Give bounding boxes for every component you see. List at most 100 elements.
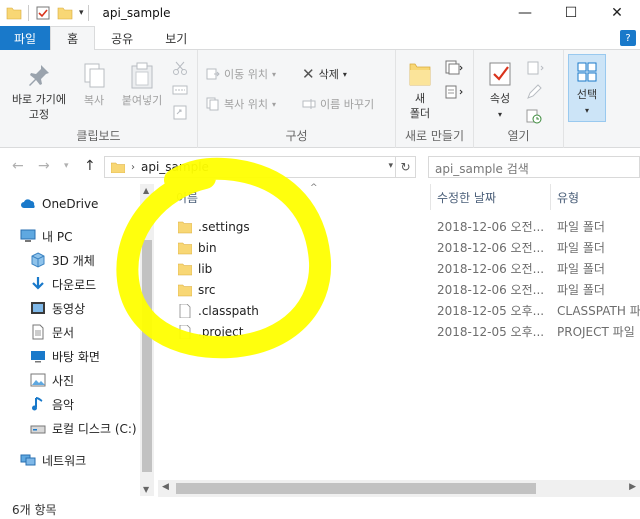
move-label: 이동 위치 bbox=[224, 68, 268, 81]
pin-quick-access-button[interactable]: 바로 가기에 고정 bbox=[4, 62, 74, 122]
scroll-left-icon[interactable]: ◀ bbox=[162, 482, 169, 492]
open-icon[interactable] bbox=[526, 60, 548, 76]
file-type: 파일 폴더 bbox=[557, 262, 605, 276]
nav-item-this-pc[interactable]: 내 PC bbox=[20, 225, 72, 247]
paste-shortcut-icon[interactable] bbox=[172, 104, 188, 120]
paste-button[interactable]: 붙여넣기 bbox=[114, 62, 170, 108]
refresh-icon[interactable]: ↻ bbox=[395, 157, 415, 177]
tab-file[interactable]: 파일 bbox=[0, 26, 51, 50]
new-folder-label-1: 새 bbox=[414, 92, 426, 105]
help-icon[interactable]: ? bbox=[620, 30, 636, 46]
column-header-date[interactable]: 수정한 날짜 bbox=[431, 184, 549, 210]
chevron-right-icon[interactable]: › bbox=[131, 162, 135, 173]
column-header-name[interactable]: 이름 ^ bbox=[170, 183, 432, 210]
file-type: 파일 폴더 bbox=[557, 283, 605, 297]
ribbon-tabs: 파일 홈 공유 보기 ? bbox=[0, 26, 640, 51]
new-folder-button[interactable]: 새 폴더 bbox=[400, 60, 440, 121]
properties-button[interactable]: 속성 ▾ bbox=[480, 60, 520, 122]
folder-icon bbox=[178, 263, 192, 275]
music-icon bbox=[30, 396, 46, 412]
tab-view[interactable]: 보기 bbox=[149, 26, 203, 50]
forward-button[interactable]: → bbox=[38, 158, 50, 174]
file-name: .classpath bbox=[178, 303, 259, 318]
open-group: 속성 ▾ 열기 bbox=[474, 50, 564, 148]
file-icon bbox=[179, 303, 191, 318]
tab-home[interactable]: 홈 bbox=[50, 26, 96, 51]
copy-to-icon bbox=[206, 97, 219, 111]
folder-icon bbox=[111, 162, 125, 173]
move-to-button[interactable]: 이동 위치 ▾ bbox=[206, 64, 276, 84]
copy-label: 복사 bbox=[83, 94, 105, 107]
move-icon bbox=[206, 68, 220, 80]
select-label: 선택 bbox=[576, 88, 598, 101]
scrollbar-thumb[interactable] bbox=[176, 483, 536, 494]
properties-icon[interactable] bbox=[35, 5, 51, 21]
history-icon[interactable] bbox=[526, 108, 542, 124]
folder-icon bbox=[178, 284, 192, 296]
nav-item-onedrive[interactable]: OneDrive bbox=[20, 193, 98, 215]
nav-item-music[interactable]: 음악 bbox=[30, 393, 74, 415]
search-input[interactable]: api_sample 검색 bbox=[428, 156, 640, 178]
cut-icon[interactable] bbox=[172, 60, 188, 76]
nav-item-videos[interactable]: 동영상 bbox=[30, 297, 85, 319]
scrollbar-thumb[interactable] bbox=[142, 240, 152, 472]
nav-item-network[interactable]: 네트워크 bbox=[20, 449, 86, 471]
new-item-icon[interactable] bbox=[444, 60, 464, 76]
scroll-down-icon[interactable]: ▼ bbox=[143, 485, 149, 494]
navigation-scrollbar[interactable]: ▲ ▼ bbox=[140, 184, 154, 496]
file-icon bbox=[179, 324, 191, 339]
nav-item-pictures[interactable]: 사진 bbox=[30, 369, 74, 391]
edit-icon[interactable] bbox=[526, 84, 542, 100]
file-date: 2018-12-06 오전... bbox=[437, 241, 545, 255]
nav-item-downloads[interactable]: 다운로드 bbox=[30, 273, 96, 295]
up-button[interactable]: ↑ bbox=[84, 158, 96, 174]
download-icon bbox=[30, 276, 46, 292]
qa-dropdown-icon[interactable]: ▾ bbox=[79, 8, 84, 18]
window-title: api_sample bbox=[102, 6, 171, 20]
new-folder-icon[interactable] bbox=[57, 5, 73, 21]
horizontal-scrollbar[interactable]: ◀ ▶ bbox=[158, 480, 640, 497]
new-folder-label-2: 폴더 bbox=[409, 107, 431, 120]
address-dropdown-icon[interactable]: ▾ bbox=[388, 161, 393, 171]
select-button[interactable]: 선택 ▾ bbox=[568, 54, 606, 122]
nav-item-desktop[interactable]: 바탕 화면 bbox=[30, 345, 100, 367]
table-row[interactable]: lib 2018-12-06 오전... 파일 폴더 bbox=[158, 258, 640, 279]
copy-path-icon[interactable] bbox=[172, 82, 188, 98]
copy-to-button[interactable]: 복사 위치 ▾ bbox=[206, 94, 276, 114]
nav-item-documents[interactable]: 문서 bbox=[30, 321, 74, 343]
table-row[interactable]: src 2018-12-06 오전... 파일 폴더 bbox=[158, 279, 640, 300]
title-bar: ▾ api_sample — ☐ ✕ bbox=[0, 0, 640, 26]
scroll-right-icon[interactable]: ▶ bbox=[629, 482, 636, 492]
tab-share[interactable]: 공유 bbox=[95, 26, 149, 50]
paste-icon bbox=[131, 62, 153, 89]
rename-button[interactable]: 이름 바꾸기 bbox=[302, 94, 374, 114]
scroll-up-icon[interactable]: ▲ bbox=[143, 186, 149, 195]
folder-icon bbox=[6, 7, 22, 20]
recent-locations-icon[interactable]: ▾ bbox=[64, 161, 69, 171]
delete-button[interactable]: ✕ 삭제 ▾ bbox=[302, 64, 347, 84]
nav-item-local-disk[interactable]: 로컬 디스크 (C:) bbox=[30, 417, 137, 439]
copy-button[interactable]: 복사 bbox=[76, 62, 112, 108]
nav-item-3d-objects[interactable]: 3D 개체 bbox=[30, 249, 95, 271]
file-name-text: bin bbox=[198, 240, 217, 255]
pin-icon bbox=[29, 65, 49, 86]
close-button[interactable]: ✕ bbox=[594, 0, 640, 26]
easy-access-icon[interactable] bbox=[444, 84, 464, 100]
back-button[interactable]: ← bbox=[12, 158, 24, 174]
table-row[interactable]: .settings 2018-12-06 오전... 파일 폴더 bbox=[158, 216, 640, 237]
address-path[interactable]: api_sample bbox=[141, 160, 209, 174]
copy-to-dropdown-icon: ▾ bbox=[271, 99, 276, 109]
nav-label: 동영상 bbox=[52, 301, 86, 316]
table-row[interactable]: .project 2018-12-05 오후... PROJECT 파일 bbox=[158, 321, 640, 342]
properties-check-icon bbox=[489, 62, 511, 86]
table-row[interactable]: .classpath 2018-12-05 오후... CLASSPATH 파일 bbox=[158, 300, 640, 321]
maximize-button[interactable]: ☐ bbox=[548, 0, 594, 26]
table-row[interactable]: bin 2018-12-06 오전... 파일 폴더 bbox=[158, 237, 640, 258]
column-header-type[interactable]: 유형 bbox=[551, 184, 640, 210]
select-dropdown-icon: ▾ bbox=[584, 106, 589, 115]
address-bar[interactable]: › api_sample ▾ ↻ bbox=[104, 156, 416, 178]
minimize-button[interactable]: — bbox=[502, 0, 548, 26]
file-type: PROJECT 파일 bbox=[557, 325, 635, 339]
file-name: .settings bbox=[178, 220, 250, 234]
nav-label: 다운로드 bbox=[52, 277, 97, 292]
